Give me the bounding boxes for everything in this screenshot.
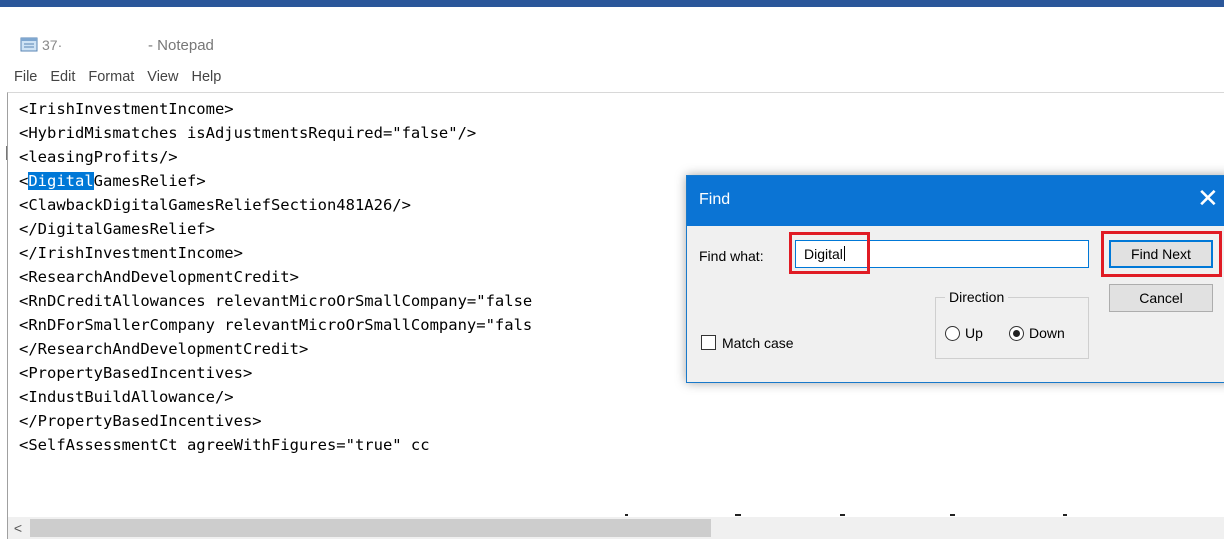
line-text: <PropertyBasedIncentives> — [19, 364, 253, 382]
horizontal-scrollbar[interactable]: < — [7, 517, 1224, 539]
menu-help[interactable]: Help — [191, 69, 221, 85]
window-title: - Notepad — [148, 37, 214, 54]
clipped-text-fragment — [1063, 514, 1067, 516]
match-case-label: Match case — [722, 335, 794, 351]
find-dialog-title-bar[interactable]: Find ✕ — [687, 176, 1224, 226]
editor-line: <RnDForSmallerCompany relevantMicroOrSma… — [19, 313, 532, 337]
line-text: <ResearchAndDevelopmentCredit> — [19, 268, 299, 286]
direction-down-label: Down — [1029, 325, 1065, 341]
title-bar: 37· - Notepad — [0, 7, 1224, 63]
editor-line: <IrishInvestmentIncome> — [19, 97, 532, 121]
direction-label: Direction — [945, 289, 1009, 305]
line-text: </PropertyBasedIncentives> — [19, 412, 262, 430]
menu-edit[interactable]: Edit — [50, 69, 75, 85]
editor-line: <PropertyBasedIncentives> — [19, 361, 532, 385]
editor-line: </PropertyBasedIncentives> — [19, 409, 532, 433]
line-text: <RnDForSmallerCompany relevantMicroOrSma… — [19, 316, 533, 334]
highlight-box-find-input — [789, 232, 870, 274]
direction-down-radio[interactable] — [1009, 326, 1024, 341]
line-text: GamesRelief> — [93, 172, 206, 190]
line-text: <ClawbackDigitalGamesReliefSection481A26… — [19, 196, 411, 214]
find-dialog-title: Find — [699, 191, 731, 208]
find-what-label: Find what: — [699, 248, 764, 264]
line-text: <RnDCreditAllowances relevantMicroOrSmal… — [19, 292, 533, 310]
editor-lines: <IrishInvestmentIncome> <HybridMismatches… — [19, 97, 532, 457]
line-text: </IrishInvestmentIncome> — [19, 244, 243, 262]
editor-line: <RnDCreditAllowances relevantMicroOrSmal… — [19, 289, 532, 313]
direction-up-radio[interactable] — [945, 326, 960, 341]
editor-line: <leasingProfits/> — [19, 145, 532, 169]
menu-file[interactable]: File — [14, 69, 37, 85]
highlight-box-find-next — [1101, 231, 1222, 277]
match-case-checkbox[interactable] — [701, 335, 716, 350]
window-file-name: 37· — [42, 37, 63, 53]
editor-line: <ResearchAndDevelopmentCredit> — [19, 265, 532, 289]
scroll-left-arrow-icon[interactable]: < — [8, 517, 28, 539]
editor-line: </DigitalGamesRelief> — [19, 217, 532, 241]
notepad-icon — [20, 37, 38, 52]
scroll-thumb[interactable] — [30, 519, 711, 537]
close-icon[interactable]: ✕ — [1197, 185, 1219, 211]
clipped-text-fragment — [625, 514, 628, 516]
menu-view[interactable]: View — [147, 69, 178, 85]
menu-format[interactable]: Format — [88, 69, 134, 85]
menu-bar: File Edit Format View Help — [0, 63, 1224, 91]
line-text: <IndustBuildAllowance/> — [19, 388, 234, 406]
window-top-border — [0, 0, 1224, 7]
line-text: </ResearchAndDevelopmentCredit> — [19, 340, 309, 358]
editor-line: </IrishInvestmentIncome> — [19, 241, 532, 265]
line-text: <HybridMismatches isAdjustmentsRequired=… — [19, 124, 477, 142]
editor-line: <ClawbackDigitalGamesReliefSection481A26… — [19, 193, 532, 217]
direction-up-label: Up — [965, 325, 983, 341]
selected-text: Digital — [28, 172, 94, 190]
editor-line: <SelfAssessmentCt agreeWithFigures="true… — [19, 433, 532, 457]
editor-line: <HybridMismatches isAdjustmentsRequired=… — [19, 121, 532, 145]
editor-line: </ResearchAndDevelopmentCredit> — [19, 337, 532, 361]
clipped-text-fragment — [735, 514, 741, 516]
line-text: < — [19, 172, 29, 190]
cancel-button[interactable]: Cancel — [1109, 284, 1213, 312]
editor-line: <DigitalGamesRelief> — [19, 169, 532, 193]
clipped-text-fragment — [950, 514, 955, 516]
find-dialog: Find ✕ Find what: Digital Find Next Canc… — [686, 175, 1224, 383]
line-text: <leasingProfits/> — [19, 148, 178, 166]
line-text: </DigitalGamesRelief> — [19, 220, 215, 238]
line-text: <IrishInvestmentIncome> — [19, 100, 234, 118]
line-text: <SelfAssessmentCt agreeWithFigures="true… — [19, 436, 430, 454]
clipped-text-fragment — [840, 514, 845, 516]
editor-line: <IndustBuildAllowance/> — [19, 385, 532, 409]
